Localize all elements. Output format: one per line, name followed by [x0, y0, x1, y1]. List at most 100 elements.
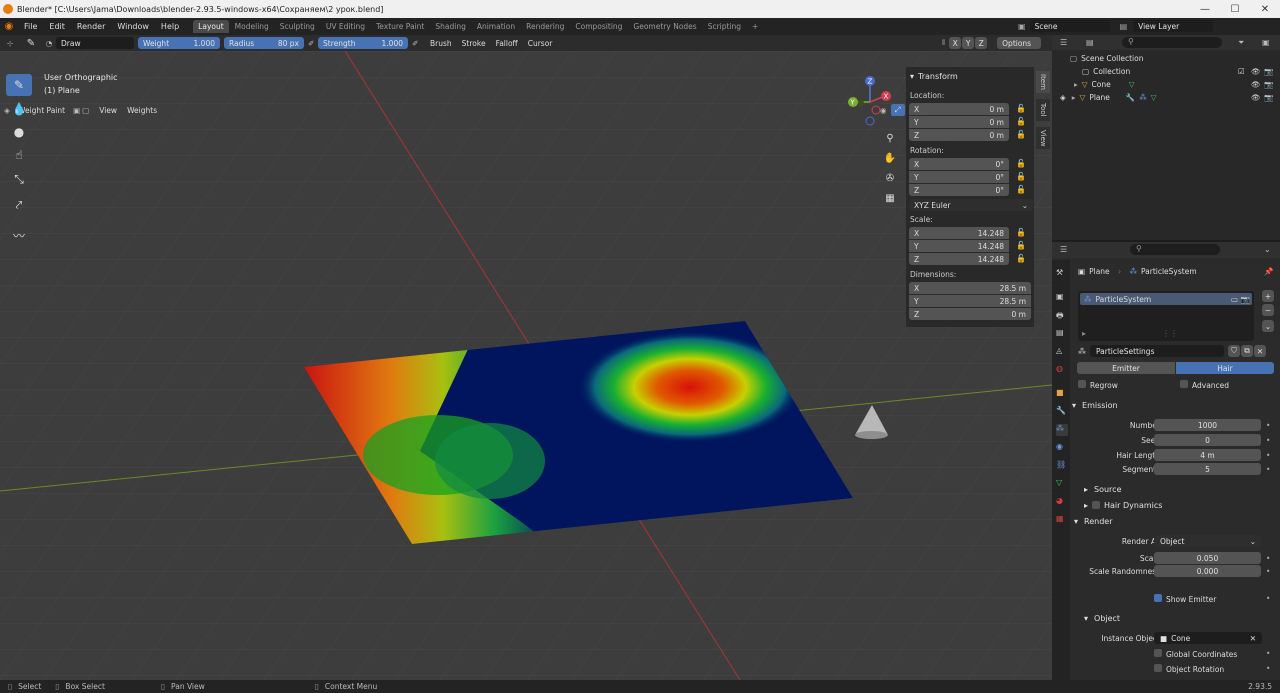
show-emitter-checkbox[interactable]: Show Emitter: [1154, 594, 1216, 604]
clear-icon[interactable]: ✕: [1250, 634, 1256, 643]
seed-field[interactable]: 0: [1154, 434, 1261, 446]
physics-tab-icon[interactable]: ◉: [1056, 442, 1068, 454]
rotation-z-field[interactable]: Z 0°: [909, 184, 1009, 196]
rotation-mode-dropdown[interactable]: XYZ Euler ⌄: [909, 199, 1033, 211]
mirror-z-toggle[interactable]: Z: [975, 37, 988, 49]
render-as-dropdown[interactable]: Object ⌄: [1154, 535, 1262, 547]
menu-render[interactable]: Render: [71, 22, 111, 31]
lock-icon[interactable]: 🔓: [1016, 254, 1026, 264]
keyframe-dot-icon[interactable]: •: [1266, 649, 1270, 658]
render-camera-icon[interactable]: 📷: [1264, 80, 1273, 89]
blur-tool-icon[interactable]: 💧: [6, 98, 32, 120]
outliner-search-input[interactable]: ⚲: [1122, 37, 1222, 48]
keyframe-dot-icon[interactable]: •: [1266, 664, 1270, 673]
lock-icon[interactable]: 🔓: [1016, 104, 1026, 114]
chevron-down-icon[interactable]: ⌄: [1264, 245, 1271, 254]
render-camera-icon[interactable]: 📷: [1241, 295, 1250, 304]
maximize-button[interactable]: ☐: [1220, 0, 1250, 18]
keyframe-dot-icon[interactable]: •: [1266, 421, 1270, 430]
mirror-y-toggle[interactable]: Y: [962, 37, 975, 49]
hair-tab-button[interactable]: Hair: [1176, 362, 1274, 374]
keyframe-dot-icon[interactable]: •: [1266, 554, 1270, 563]
material-tab-icon[interactable]: ◕: [1056, 496, 1068, 508]
tab-view[interactable]: View: [1036, 127, 1050, 149]
tab-modeling[interactable]: Modeling: [230, 20, 274, 33]
gradient-tool-icon[interactable]: ⤡: [6, 168, 32, 190]
expand-arrow-icon[interactable]: ▸: [1074, 80, 1078, 89]
tab-geometry-nodes[interactable]: Geometry Nodes: [628, 20, 701, 33]
add-workspace-button[interactable]: +: [747, 20, 763, 33]
view-layer-selector[interactable]: View Layer: [1133, 20, 1214, 32]
dimensions-z-field[interactable]: Z0 m: [909, 308, 1031, 320]
particles-tab-icon[interactable]: ⁂: [1056, 424, 1068, 436]
falloff-menu[interactable]: Falloff: [492, 39, 522, 48]
scale-randomness-field[interactable]: 0.000: [1154, 565, 1261, 577]
brush-menu[interactable]: Brush: [426, 39, 456, 48]
particle-system-list[interactable]: ⁂ ParticleSystem ▭ 📷 ▸ ⋮⋮: [1078, 291, 1254, 341]
visibility-eye-icon[interactable]: 👁: [1251, 67, 1261, 76]
sample-weight-tool-icon[interactable]: ⤤: [6, 194, 32, 216]
location-y-field[interactable]: Y0 m: [909, 116, 1009, 128]
editor-type-icon[interactable]: ⊹: [0, 39, 20, 48]
annotate-tool-icon[interactable]: 〰: [6, 224, 32, 246]
keyframe-dot-icon[interactable]: •: [1266, 451, 1270, 460]
menu-edit[interactable]: Edit: [43, 22, 71, 31]
scene-tab-icon[interactable]: ◬: [1056, 346, 1068, 358]
lock-icon[interactable]: 🔓: [1016, 172, 1026, 182]
keyframe-dot-icon[interactable]: •: [1266, 594, 1270, 603]
hair-dynamics-panel-header[interactable]: ▸ Hair Dynamics: [1072, 497, 1278, 513]
pin-icon[interactable]: 📌: [1264, 267, 1273, 276]
render-camera-icon[interactable]: 📷: [1264, 93, 1273, 102]
lock-icon[interactable]: 🔓: [1016, 228, 1026, 238]
hair-length-field[interactable]: 4 m: [1154, 449, 1261, 461]
lock-icon[interactable]: 🔓: [1016, 130, 1026, 140]
outliner-collection[interactable]: ▢ Collection ☑ 👁 📷: [1052, 65, 1280, 78]
list-menu-button[interactable]: ⌄: [1262, 320, 1274, 332]
add-item-button[interactable]: +: [1262, 290, 1274, 302]
properties-editor-icon[interactable]: ☰: [1060, 245, 1067, 254]
object-rotation-checkbox[interactable]: Object Rotation: [1154, 664, 1224, 674]
mirror-x-toggle[interactable]: X: [949, 37, 962, 49]
location-z-field[interactable]: Z0 m: [909, 129, 1009, 141]
zoom-icon[interactable]: ⚲: [881, 129, 899, 147]
outliner-item-plane[interactable]: ◈ ▸ ▽ Plane 🔧 ⁂ ▽ 👁 📷: [1052, 91, 1280, 104]
transform-header[interactable]: ▾ Transform: [906, 69, 1034, 83]
number-field[interactable]: 1000: [1154, 419, 1261, 431]
global-coordinates-checkbox[interactable]: Global Coordinates: [1154, 649, 1237, 659]
visibility-eye-icon[interactable]: 👁: [1251, 80, 1261, 89]
minimize-button[interactable]: —: [1190, 0, 1220, 18]
keyframe-dot-icon[interactable]: •: [1266, 465, 1270, 474]
mask-toggle-icon[interactable]: ▣: [73, 106, 80, 115]
visibility-eye-icon[interactable]: 👁: [1251, 93, 1261, 102]
pan-hand-icon[interactable]: ✋: [881, 149, 899, 167]
tab-compositing[interactable]: Compositing: [570, 20, 627, 33]
weights-menu[interactable]: Weights: [123, 106, 161, 115]
tab-scripting[interactable]: Scripting: [703, 20, 746, 33]
view-menu[interactable]: View: [95, 106, 121, 115]
expand-arrow-icon[interactable]: ▸: [1072, 93, 1076, 102]
properties-search-input[interactable]: ⚲: [1130, 244, 1220, 255]
dimensions-y-field[interactable]: Y 28.5 m: [909, 295, 1031, 307]
lock-icon[interactable]: 🔓: [1016, 241, 1026, 251]
particle-settings-icon[interactable]: ⁂: [1078, 347, 1086, 356]
outliner-item-cone[interactable]: ▸ ▽ Cone ▽ 👁 📷: [1052, 78, 1280, 91]
data-tab-icon[interactable]: ▽: [1056, 478, 1068, 490]
camera-icon[interactable]: ✇: [881, 169, 899, 187]
tab-sculpting[interactable]: Sculpting: [275, 20, 320, 33]
smear-tool-icon[interactable]: ☝: [6, 144, 32, 166]
tab-rendering[interactable]: Rendering: [521, 20, 569, 33]
render-camera-icon[interactable]: 📷: [1264, 67, 1273, 76]
lock-icon[interactable]: 🔓: [1016, 185, 1026, 195]
emitter-tab-button[interactable]: Emitter: [1077, 362, 1175, 374]
advanced-checkbox[interactable]: Advanced: [1180, 380, 1229, 390]
constraints-tab-icon[interactable]: ⛓: [1056, 460, 1068, 472]
stroke-menu[interactable]: Stroke: [458, 39, 490, 48]
strength-pressure-icon[interactable]: ✐: [412, 39, 426, 48]
scale-z-field[interactable]: Z 14.248: [909, 253, 1009, 265]
weight-field[interactable]: Weight 1.000: [138, 37, 220, 49]
average-tool-icon[interactable]: ●: [6, 121, 32, 143]
tab-layout[interactable]: Layout: [193, 20, 229, 33]
unlink-icon[interactable]: ✕: [1254, 345, 1266, 357]
brush-icon[interactable]: ✎: [20, 38, 42, 49]
object-tab-icon[interactable]: ■: [1056, 388, 1068, 400]
